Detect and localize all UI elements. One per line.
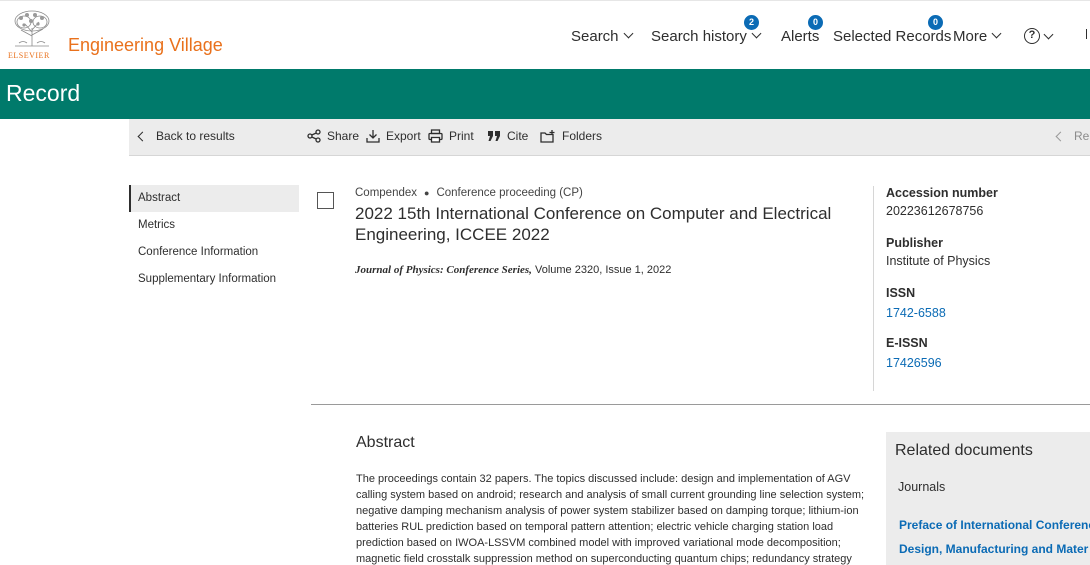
related-documents-panel: Related documents Journals Preface of In…	[886, 432, 1090, 565]
elsevier-tree-icon	[11, 10, 53, 48]
cite-button[interactable]: Cite	[487, 129, 528, 143]
nav-more-label: More	[953, 27, 988, 45]
related-document-link[interactable]: Design, Manufacturing and Mater	[899, 542, 1088, 556]
eissn-label: E-ISSN	[886, 336, 928, 350]
share-button[interactable]: Share	[307, 129, 359, 143]
record-toolbar: Back to results Share Export Print Cite	[129, 119, 1090, 156]
printer-icon	[428, 129, 443, 143]
abstract-line: magnetic field crosstalk suppression met…	[356, 553, 852, 565]
cite-label: Cite	[507, 129, 529, 143]
section-nav-metrics[interactable]: Metrics	[129, 212, 299, 239]
back-to-results-button[interactable]: Back to results	[137, 129, 235, 143]
database-label: Compendex	[355, 187, 418, 199]
document-type: Conference proceeding (CP)	[436, 187, 583, 199]
folders-label: Folders	[562, 129, 603, 143]
nav-more[interactable]: More	[953, 25, 1002, 47]
print-button[interactable]: Print	[428, 129, 474, 143]
related-document-link[interactable]: Preface of International Conference	[899, 518, 1090, 532]
previous-record-label: Re	[1074, 129, 1090, 143]
record-metadata: Accession number 20223612678756 Publishe…	[886, 186, 998, 386]
separator-dot: ●	[424, 188, 430, 198]
publisher-value: Institute of Physics	[886, 254, 991, 268]
record-source-line: Compendex ● Conference proceeding (CP)	[355, 187, 583, 199]
chevron-left-icon	[137, 131, 148, 141]
elsevier-wordmark: ELSEVIER	[8, 51, 50, 60]
alerts-badge: 0	[808, 15, 823, 30]
abstract-line: batteries RUL prediction based on tempor…	[356, 521, 834, 533]
top-header: ELSEVIER Engineering Village Search Sear…	[0, 0, 1090, 69]
help-icon[interactable]: ?	[1024, 28, 1040, 44]
chevron-down-icon[interactable]	[1043, 29, 1054, 40]
accession-number-value: 20223612678756	[886, 204, 984, 218]
quote-icon	[488, 131, 500, 141]
chevron-left-icon	[1055, 131, 1066, 141]
chevron-down-icon	[991, 28, 1002, 39]
export-button[interactable]: Export	[366, 129, 421, 143]
nav-search-history[interactable]: Search history	[651, 25, 762, 47]
issn-link[interactable]: 1742-6588	[886, 304, 998, 336]
record-citation: Journal of Physics: Conference Series, V…	[355, 264, 671, 276]
nav-search-history-label: Search history	[651, 27, 747, 45]
selected-records-badge: 0	[928, 15, 943, 30]
abstract-heading: Abstract	[356, 434, 415, 451]
section-divider	[311, 404, 1090, 405]
nav-search-label: Search	[571, 27, 619, 45]
overflow-edge	[1086, 29, 1090, 39]
previous-record-button[interactable]: Re	[1055, 129, 1090, 143]
print-label: Print	[449, 129, 474, 143]
accession-number-label: Accession number	[886, 186, 998, 200]
issn-label: ISSN	[886, 286, 916, 300]
page-title-band: Record	[0, 69, 1090, 119]
abstract-line: negative damping mechanism analysis of p…	[356, 505, 859, 517]
folders-button[interactable]: Folders	[540, 129, 602, 143]
share-icon	[307, 129, 321, 143]
download-icon	[366, 130, 380, 143]
publisher-label: Publisher	[886, 236, 943, 250]
metadata-divider	[873, 186, 874, 391]
product-name[interactable]: Engineering Village	[68, 35, 223, 56]
page-title: Record	[6, 80, 81, 106]
related-section-journals: Journals	[898, 480, 946, 494]
nav-selected-records-label: Selected Records	[833, 27, 952, 45]
share-label: Share	[327, 129, 360, 143]
record-title: 2022 15th International Conference on Co…	[355, 204, 832, 244]
abstract-line: prediction based on IWOA-LSSVM combined …	[356, 537, 841, 549]
back-to-results-label: Back to results	[156, 129, 235, 143]
chevron-down-icon	[751, 28, 762, 39]
search-history-badge: 2	[744, 15, 759, 30]
eissn-link[interactable]: 17426596	[886, 354, 998, 386]
journal-title: Journal of Physics: Conference Series,	[355, 264, 532, 276]
section-nav-conference-information[interactable]: Conference Information	[129, 239, 299, 266]
nav-search[interactable]: Search	[571, 25, 633, 47]
abstract-text: The proceedings contain 32 papers. The t…	[356, 471, 869, 565]
elsevier-logo[interactable]: ELSEVIER	[8, 10, 56, 60]
nav-alerts-label: Alerts	[781, 27, 820, 45]
volume-issue: Volume 2320, Issue 1, 2022	[534, 264, 672, 276]
chevron-down-icon	[623, 28, 633, 39]
section-nav-abstract[interactable]: Abstract	[129, 185, 299, 212]
related-documents-heading: Related documents	[895, 442, 1033, 459]
select-record-checkbox[interactable]	[317, 192, 334, 209]
abstract-line: The proceedings contain 32 papers. The t…	[356, 473, 851, 485]
abstract-line: calling system based on android; researc…	[356, 489, 865, 501]
export-label: Export	[386, 129, 421, 143]
folder-add-icon	[540, 130, 555, 143]
section-nav-supplementary-information[interactable]: Supplementary Information	[129, 266, 299, 293]
record-section-nav: Abstract Metrics Conference Information …	[129, 185, 299, 293]
